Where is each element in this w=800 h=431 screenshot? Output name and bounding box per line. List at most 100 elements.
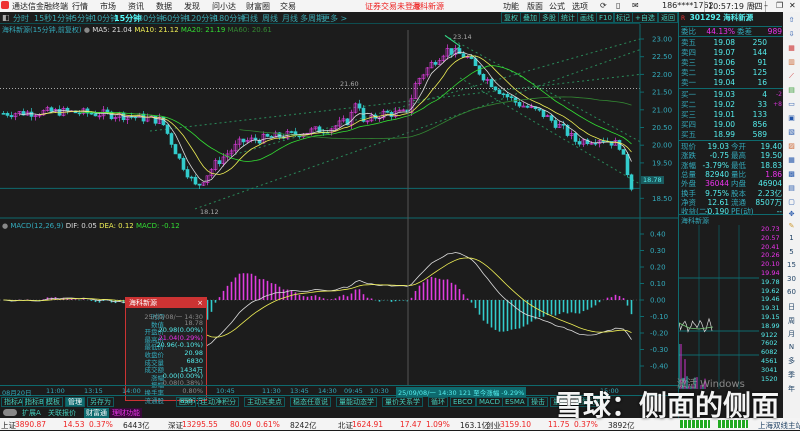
close-icon[interactable]: ×	[197, 298, 203, 308]
period-shortcut[interactable]: 日	[783, 302, 800, 312]
period-shortcut[interactable]: 年	[783, 384, 800, 394]
extension-tab[interactable]: 财富通	[84, 408, 109, 418]
dif-value: DIF: 0.05	[65, 222, 97, 230]
kline-chart[interactable]: 23.00 22.50 22.00 21.50 21.00 20.50 20.00 19.50…	[0, 0, 678, 395]
chart-icon[interactable]: ▦	[783, 44, 800, 52]
bid-row[interactable]: 买五 18.99 589	[681, 130, 782, 139]
bid-row[interactable]: 买一 19.03 4 -2	[681, 90, 782, 99]
indicator-tab[interactable]: 主动净积分	[198, 397, 239, 407]
back-icon[interactable]: ‹	[752, 1, 755, 10]
label: 总量	[681, 169, 696, 179]
maximize-icon[interactable]: ❐	[776, 1, 783, 10]
info-icon[interactable]: ▧	[783, 128, 800, 136]
volume: 133	[752, 110, 767, 119]
mini-axis-label: 20.57	[761, 233, 780, 242]
order-ratio-row: 委比 44.13% 委差 989	[681, 26, 782, 36]
layout-icon[interactable]: ▭	[783, 100, 800, 108]
period-shortcut[interactable]: 15	[783, 261, 800, 269]
indicator-tab[interactable]: 量价关系学	[382, 397, 423, 407]
ask-row[interactable]: 卖四 19.07 144	[681, 48, 782, 57]
pencil-icon[interactable]: ✎	[783, 222, 800, 230]
window-icon[interactable]: ▢	[783, 198, 800, 206]
label: 净资	[681, 197, 696, 207]
bid-row[interactable]: 买四 19.00 856	[681, 120, 782, 129]
toggle-switch[interactable]	[3, 409, 17, 416]
macd-axis-label: 0.20	[650, 264, 666, 272]
mini-axis-label: 18.99	[761, 321, 780, 330]
value: 46904	[758, 179, 782, 189]
minimize-icon[interactable]: –	[764, 1, 768, 10]
indicator-tab[interactable]: 主动买卖点	[244, 397, 285, 407]
index-name[interactable]: 深证	[168, 420, 183, 431]
label: 涨跌	[681, 151, 696, 161]
close-icon[interactable]: ✕	[789, 1, 796, 10]
arrow-down-icon[interactable]: ⇩	[783, 30, 800, 38]
index-value: 3890.87	[15, 420, 47, 429]
extension-tab[interactable]: 关联报价	[46, 408, 78, 418]
macd-axis-label: -0.20	[650, 330, 668, 338]
period-shortcut[interactable]: N	[783, 343, 800, 351]
ask-row[interactable]: 卖五 19.08 250	[681, 38, 782, 47]
indicator-tab[interactable]: MACD	[476, 397, 503, 407]
panel-icon[interactable]: ▩	[783, 170, 800, 178]
bars-icon[interactable]: ▥	[783, 58, 800, 66]
period-shortcut[interactable]: 1	[783, 234, 800, 242]
stats-list: 现价 19.03 今开 19.40 涨跌 -0.75 最高 19.50 涨幅 -3.79% 最低 18…	[679, 140, 784, 216]
macd-axis-label: 0.10	[650, 280, 666, 288]
label: 流通	[731, 197, 746, 207]
time-label: 14:00	[122, 387, 141, 395]
indicator-tab[interactable]: 循环	[428, 397, 448, 407]
period-shortcut[interactable]: 季	[783, 370, 800, 380]
grid-icon[interactable]: ▦	[783, 156, 800, 164]
ask-row[interactable]: 卖一 19.04 16	[681, 78, 782, 87]
indicator-tab[interactable]: 操击	[528, 397, 548, 407]
arrow-up-icon[interactable]: ⇧	[783, 16, 800, 24]
move-icon[interactable]: ✥	[783, 210, 800, 218]
index-name[interactable]: 上证	[1, 420, 16, 431]
indicator-tab[interactable]: 管理	[65, 397, 85, 407]
index-change: 14.53	[63, 420, 85, 429]
candle	[537, 108, 542, 111]
candle	[289, 131, 294, 133]
note-icon[interactable]: ▨	[783, 142, 800, 150]
ask-row[interactable]: 卖三 19.06 91	[681, 58, 782, 67]
stat-row: 涨幅 -3.79% 最低 18.83	[681, 161, 782, 170]
value: 82940	[705, 169, 729, 179]
f10-icon[interactable]: ▣	[783, 114, 800, 122]
period-shortcut[interactable]: 周	[783, 316, 800, 326]
current-price-tag: 18.78	[641, 176, 664, 184]
extension-tab[interactable]: 扩展A	[20, 408, 43, 418]
index-name[interactable]: 创业	[486, 420, 501, 431]
candle	[29, 111, 34, 117]
indicator-tab[interactable]: 量能动态学	[336, 397, 377, 407]
period-shortcut[interactable]: 5	[783, 248, 800, 256]
period-shortcut[interactable]: 30	[783, 275, 800, 283]
indicator-tab[interactable]: 稳态任意说	[290, 397, 331, 407]
extension-tab[interactable]: 理财功能	[110, 408, 142, 418]
line-icon[interactable]: ⟋	[783, 72, 800, 81]
compare-icon[interactable]: ▤	[783, 184, 800, 192]
index-value: 13295.55	[182, 420, 218, 429]
candle-icon[interactable]: ▤	[783, 86, 800, 94]
settings-icon[interactable]: ●	[2, 222, 8, 230]
indicator-tab[interactable]: 模板	[43, 397, 63, 407]
candle	[93, 113, 98, 117]
price: 19.07	[713, 48, 735, 57]
mini-chart[interactable]: 海科新源 20.73 20.57 20.41 20.26 20.10 19.94 19.78…	[679, 214, 784, 389]
indicator-tab[interactable]: 另存为	[87, 397, 114, 407]
period-shortcut[interactable]: 多	[783, 356, 800, 366]
price: 19.01	[713, 110, 735, 119]
indicator-tab[interactable]: 回购	[176, 397, 196, 407]
bid-row[interactable]: 买二 19.02 33 +8	[681, 100, 782, 109]
period-shortcut[interactable]: 月	[783, 329, 800, 339]
bid-row[interactable]: 买三 19.01 133	[681, 110, 782, 119]
indicator-tab[interactable]: ESMA	[502, 397, 528, 407]
trendline	[459, 77, 641, 185]
label: 卖二	[681, 68, 696, 77]
index-name[interactable]: 北证	[338, 420, 353, 431]
candle	[489, 79, 494, 88]
period-shortcut[interactable]: 60	[783, 288, 800, 296]
indicator-tab[interactable]: EBCO	[450, 397, 476, 407]
index-value: 1624.91	[352, 420, 384, 429]
ask-row[interactable]: 卖二 19.05 125	[681, 68, 782, 77]
